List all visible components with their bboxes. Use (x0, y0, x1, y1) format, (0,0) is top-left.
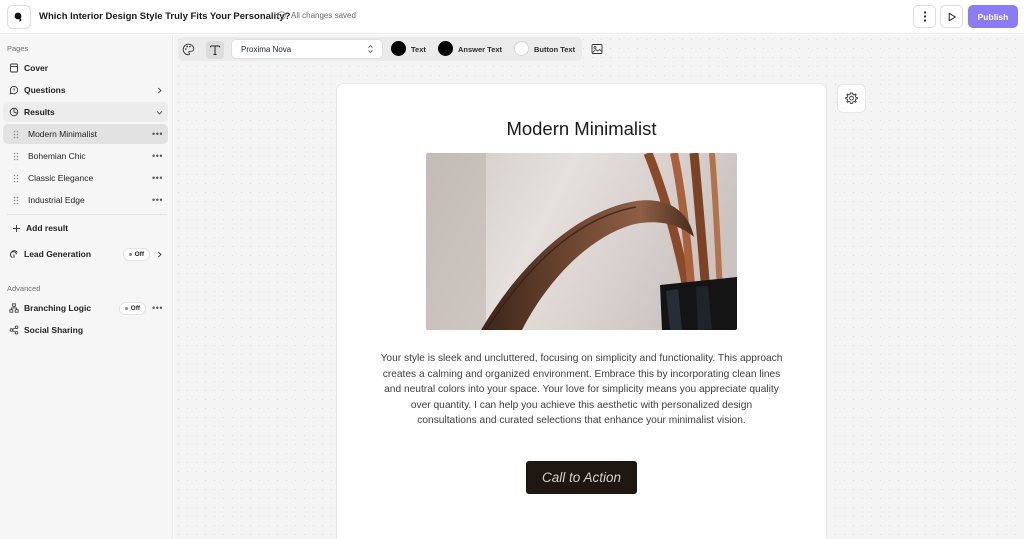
divider (7, 214, 167, 215)
lead-generation-status-badge[interactable]: Off (122, 247, 150, 261)
result-image[interactable] (426, 153, 737, 330)
chevron-down-icon (156, 109, 163, 116)
top-bar: Which Interior Design Style Truly Fits Y… (0, 0, 1024, 34)
svg-text:?: ? (13, 88, 16, 93)
sidebar: Pages Cover ? Questions Results Modern M… (0, 35, 173, 539)
save-status: All changes saved (277, 11, 356, 20)
document-icon (5, 63, 23, 73)
result-item-label: Industrial Edge (28, 195, 85, 205)
status-text: Off (130, 304, 141, 312)
result-item-label: Modern Minimalist (28, 129, 97, 139)
more-horizontal-icon[interactable]: ••• (152, 195, 163, 205)
image-icon[interactable] (589, 41, 605, 57)
plant-leaf-photo (426, 153, 737, 330)
more-horizontal-icon[interactable]: ••• (152, 303, 163, 313)
result-description[interactable]: Your style is sleek and uncluttered, foc… (380, 351, 783, 429)
app-logo[interactable] (7, 5, 31, 29)
button-text-color-swatch[interactable] (514, 41, 529, 56)
pages-section-label: Pages (7, 44, 29, 53)
share-icon (5, 325, 23, 335)
sidebar-item-branching-logic[interactable]: Branching Logic Off ••• (3, 298, 168, 318)
drag-handle-icon[interactable] (9, 152, 23, 161)
more-options-button[interactable] (913, 5, 936, 28)
sidebar-item-cover[interactable]: Cover (3, 58, 168, 78)
text-style-icon[interactable] (206, 41, 224, 59)
call-to-action-button[interactable]: Call to Action (526, 461, 637, 494)
sidebar-item-label: Cover (24, 63, 49, 73)
save-status-text: All changes saved (291, 11, 356, 20)
add-result-label: Add result (26, 223, 69, 233)
result-title[interactable]: Modern Minimalist (336, 118, 827, 140)
palette-icon[interactable] (180, 41, 196, 57)
font-family-select[interactable]: Proxima Nova (231, 39, 383, 59)
more-horizontal-icon[interactable]: ••• (152, 151, 163, 161)
branching-logic-status-badge[interactable]: Off (118, 301, 147, 315)
result-item-industrial-edge[interactable]: Industrial Edge ••• (3, 190, 168, 210)
sidebar-item-label: Questions (24, 85, 66, 95)
add-result-button[interactable]: Add result (3, 218, 168, 238)
card-settings-button[interactable] (837, 84, 866, 113)
sidebar-item-social-sharing[interactable]: Social Sharing (3, 320, 168, 340)
result-item-bohemian-chic[interactable]: Bohemian Chic ••• (3, 146, 168, 166)
advanced-section-label: Advanced (7, 284, 41, 293)
gear-icon (845, 92, 858, 104)
drag-handle-icon[interactable] (9, 130, 23, 139)
answer-text-color-label: Answer Text (458, 45, 503, 54)
quiz-title[interactable]: Which Interior Design Style Truly Fits Y… (39, 11, 290, 22)
question-icon: ? (5, 85, 23, 95)
font-family-value: Proxima Nova (241, 44, 292, 54)
chevron-right-icon (156, 87, 163, 94)
sidebar-item-label: Lead Generation (24, 249, 92, 259)
button-text-color-label: Button Text (534, 45, 576, 54)
sort-caret-icon (367, 44, 374, 56)
text-color-swatch[interactable] (391, 41, 406, 56)
sidebar-item-label: Branching Logic (24, 303, 92, 313)
publish-button[interactable]: Publish (968, 5, 1018, 28)
result-item-modern-minimalist[interactable]: Modern Minimalist ••• (3, 124, 168, 144)
text-color-label: Text (411, 45, 426, 54)
branch-icon (5, 303, 23, 313)
plus-icon (7, 224, 25, 233)
result-item-label: Bohemian Chic (28, 151, 86, 161)
check-circle-icon (277, 11, 286, 20)
play-icon (948, 12, 956, 21)
logo-icon (14, 12, 22, 22)
fingerprint-icon (5, 249, 23, 259)
answer-text-color-swatch[interactable] (438, 41, 453, 56)
chevron-right-icon (156, 251, 163, 258)
drag-handle-icon[interactable] (9, 174, 23, 183)
vertical-dots-icon (923, 11, 926, 22)
result-item-label: Classic Elegance (28, 173, 94, 183)
sidebar-item-results[interactable]: Results (3, 102, 168, 122)
more-horizontal-icon[interactable]: ••• (152, 129, 163, 139)
sidebar-item-label: Results (24, 107, 55, 117)
sidebar-item-questions[interactable]: ? Questions (3, 80, 168, 100)
preview-button[interactable] (940, 5, 963, 28)
sidebar-item-lead-generation[interactable]: Lead Generation Off (3, 244, 168, 264)
pie-chart-icon (5, 107, 23, 117)
more-horizontal-icon[interactable]: ••• (152, 173, 163, 183)
drag-handle-icon[interactable] (9, 196, 23, 205)
status-text: Off (134, 250, 144, 258)
sidebar-item-label: Social Sharing (24, 325, 84, 335)
result-item-classic-elegance[interactable]: Classic Elegance ••• (3, 168, 168, 188)
